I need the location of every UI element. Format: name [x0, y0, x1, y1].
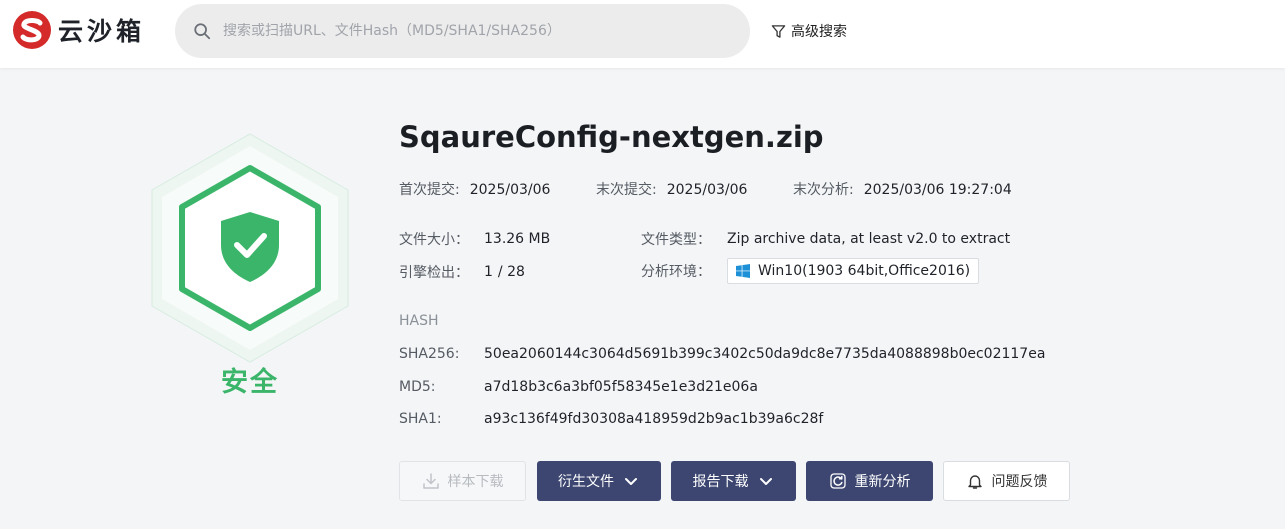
top-header: 云沙箱 高级搜索 — [0, 0, 1285, 68]
engines-detected-count[interactable]: 1 — [484, 264, 493, 280]
safe-shield-badge — [151, 133, 349, 363]
feedback-label: 问题反馈 — [991, 474, 1048, 490]
file-size-label: 文件大小： — [399, 232, 469, 248]
engine-detections: 引擎检出： 1 / 28 — [399, 262, 525, 282]
hash-label: SHA256: — [399, 346, 460, 362]
file-name: SqaureConfig-nextgen.zip — [399, 120, 824, 154]
first-submit-value: 2025/03/06 — [469, 182, 551, 198]
report-download-label: 报告下载 — [692, 474, 749, 490]
hash-row-sha256: SHA256: 50ea2060144c3064d5691b399c3402c50… — [399, 346, 1045, 362]
engines-total: / 28 — [497, 264, 525, 280]
last-submit-label: 末次提交: — [596, 182, 657, 198]
search-bar[interactable] — [175, 4, 750, 58]
analysis-env-label: 分析环境： — [641, 264, 711, 280]
reanalyze-label: 重新分析 — [854, 474, 911, 490]
analysis-env-tag[interactable]: Win10(1903 64bit,Office2016) — [727, 258, 980, 284]
advanced-search-button[interactable]: 高级搜索 — [771, 21, 847, 41]
file-type: 文件类型： Zip archive data, at least v2.0 to… — [641, 229, 1010, 249]
advanced-search-label: 高级搜索 — [791, 24, 847, 40]
hash-value[interactable]: 50ea2060144c3064d5691b399c3402c50da9dc8e… — [484, 346, 1045, 362]
file-size-value: 13.26 MB — [484, 231, 551, 247]
bell-icon — [967, 475, 982, 489]
search-icon — [194, 23, 211, 40]
last-submit-value: 2025/03/06 — [666, 182, 748, 198]
hash-row-sha1: SHA1: a93c136f49fd30308a418959d2b9ac1b39a… — [399, 411, 823, 427]
file-size: 文件大小： 13.26 MB — [399, 229, 550, 249]
last-analysis-value: 2025/03/06 19:27:04 — [863, 182, 1012, 198]
engine-detections-label: 引擎检出： — [399, 265, 469, 281]
report-download-button[interactable]: 报告下载 — [671, 461, 796, 501]
download-icon — [422, 473, 439, 489]
filter-icon — [771, 24, 786, 38]
hash-value[interactable]: a93c136f49fd30308a418959d2b9ac1b39a6c28f — [484, 411, 823, 427]
logo-icon — [13, 11, 51, 49]
first-submit: 首次提交: 2025/03/06 — [399, 179, 550, 199]
analysis-env: 分析环境： Win10(1903 64bit,Office2016) — [641, 258, 980, 284]
last-analysis-label: 末次分析: — [793, 182, 854, 198]
derived-files-button[interactable]: 衍生文件 — [537, 461, 661, 501]
windows-icon — [736, 264, 750, 278]
hash-heading: HASH — [399, 313, 439, 329]
sample-download-button[interactable]: 样本下载 — [399, 461, 526, 501]
chevron-down-icon — [625, 478, 637, 485]
search-input[interactable] — [223, 23, 743, 39]
logo[interactable]: 云沙箱 — [12, 10, 145, 50]
hash-label: MD5: — [399, 379, 436, 395]
reanalyze-button[interactable]: 重新分析 — [806, 461, 933, 501]
analysis-env-value: Win10(1903 64bit,Office2016) — [758, 263, 971, 279]
file-type-value: Zip archive data, at least v2.0 to extra… — [727, 231, 1011, 247]
file-type-label: 文件类型： — [641, 232, 711, 248]
hash-label: SHA1: — [399, 411, 442, 427]
first-submit-label: 首次提交: — [399, 182, 460, 198]
verdict-label: 安全 — [221, 367, 279, 398]
derived-files-label: 衍生文件 — [558, 474, 614, 490]
sample-download-label: 样本下载 — [447, 474, 504, 490]
hash-row-md5: MD5: a7d18b3c6a3bf05f58345e1e3d21e06a — [399, 379, 758, 395]
hash-value[interactable]: a7d18b3c6a3bf05f58345e1e3d21e06a — [484, 379, 758, 395]
chevron-down-icon — [759, 478, 772, 485]
last-analysis: 末次分析: 2025/03/06 19:27:04 — [793, 179, 1012, 199]
last-submit: 末次提交: 2025/03/06 — [596, 179, 747, 199]
logo-text: 云沙箱 — [58, 17, 146, 46]
refresh-icon — [829, 473, 846, 489]
feedback-button[interactable]: 问题反馈 — [943, 461, 1070, 501]
